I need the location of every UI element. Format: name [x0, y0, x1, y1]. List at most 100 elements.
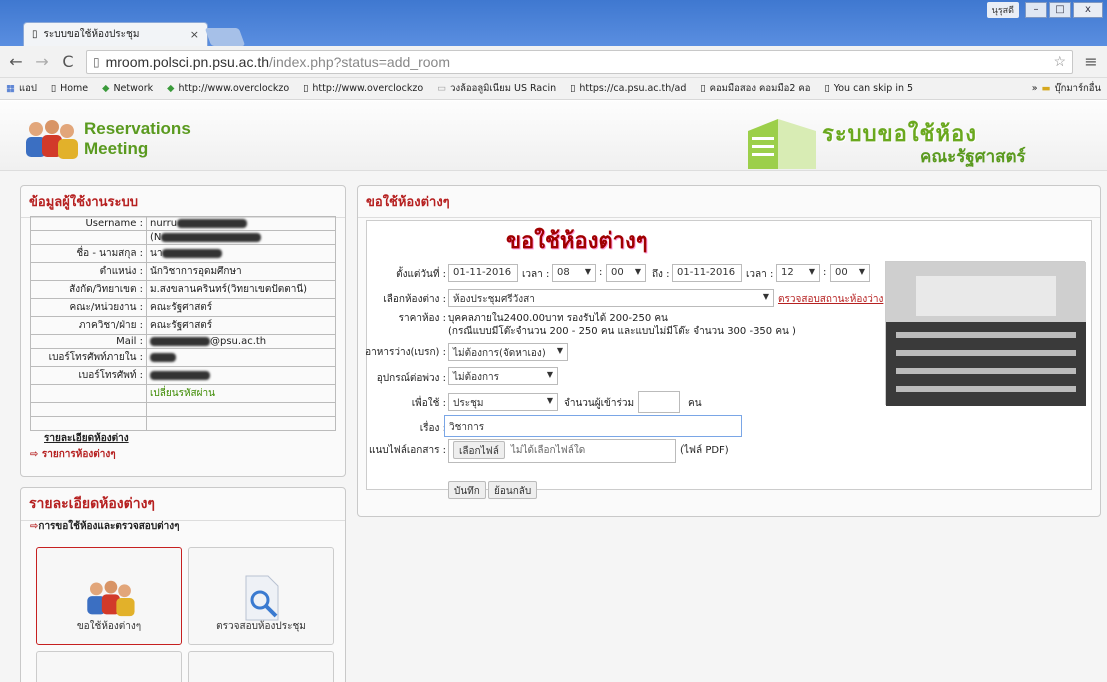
food-label: อาหารว่าง(เบรก) :	[365, 347, 446, 358]
from-hour-select[interactable]: 08 ▼	[552, 264, 596, 282]
time-label: เวลา :	[522, 269, 550, 280]
back-button[interactable]: ย้อนกลับ	[488, 481, 538, 499]
from-minute-select[interactable]: 00 ▼	[606, 264, 646, 282]
page-icon: ▯	[32, 29, 38, 40]
document-search-icon	[245, 575, 279, 621]
bookmarks-bar: ▦ แอป ▯ Home ◆ Network ◆ http://www.overcloc…	[0, 78, 1107, 100]
room-list-link[interactable]: ⇨ รายการห้องต่างๆ	[30, 447, 116, 462]
logo-line1: Reservations	[84, 119, 191, 138]
browser-tab[interactable]: ▯ ระบบขอใช้ห้องประชุม ×	[23, 22, 208, 46]
change-password-link[interactable]: เปลี่ยนรหัสผ่าน	[146, 384, 336, 403]
forward-arrow-icon[interactable]: →	[34, 52, 50, 71]
from-date-label: ตั้งแต่วันที่ :	[396, 269, 446, 280]
minimize-icon[interactable]: –	[1025, 2, 1047, 18]
table-row: Username : nurru	[30, 216, 336, 231]
time-label: เวลา :	[746, 269, 774, 280]
table-row: เปลี่ยนรหัสผ่าน	[30, 384, 336, 403]
form-panel-title: ขอใช้ห้องต่างๆ	[358, 186, 1100, 218]
table-row: (N	[30, 230, 336, 245]
room-label: เลือกห้องต่าง :	[383, 294, 446, 305]
url-path: /index.php?status=add_room	[269, 53, 450, 70]
maximize-icon[interactable]: □	[1049, 2, 1071, 18]
table-row: คณะ/หน่วยงาน : คณะรัฐศาสตร์	[30, 298, 336, 317]
check-status-link[interactable]: ตรวจสอบสถานะห้องว่าง	[778, 292, 883, 307]
menu-icon[interactable]: ≡	[1083, 52, 1099, 71]
bookmark-item[interactable]: ▯ คอมมือสอง คอมมือ2 คอ	[700, 81, 810, 96]
table-row: Mail : @psu.ac.th	[30, 334, 336, 349]
check-room-label: ตรวจสอบห้องประชุม	[216, 621, 306, 632]
table-row: ภาควิชา/ฝ่าย : คณะรัฐศาสตร์	[30, 316, 336, 335]
purpose-label: เพื่อใช้ :	[411, 398, 446, 409]
bookmark-item[interactable]: ◆ Network	[102, 83, 153, 94]
attendees-input[interactable]	[638, 391, 680, 413]
bookmark-item[interactable]: ▯ Home	[51, 83, 88, 94]
page-icon: ▯	[93, 54, 100, 69]
user-info-table: Username : nurru (N ชื่อ - นามสกุล : นา ตำ…	[30, 216, 336, 431]
bookmark-item[interactable]: ◆ http://www.overclockzo	[167, 83, 289, 94]
from-date-input[interactable]: 01-11-2016	[448, 264, 518, 282]
price-label: ราคาห้อง :	[398, 313, 446, 324]
subject-input[interactable]: วิชาการ	[444, 415, 742, 437]
detail-panel-title: รายละเอียดห้องต่างๆ	[21, 488, 345, 521]
table-row: สังกัด/วิทยาเขต : ม.สงขลานครินทร์(วิทยาเข…	[30, 280, 336, 299]
no-file-text: ไม่ได้เลือกไฟล์ใด	[510, 444, 586, 456]
star-icon[interactable]: ☆	[1053, 53, 1066, 70]
new-tab-button[interactable]	[204, 28, 246, 46]
save-button[interactable]: บันทึก	[448, 481, 486, 499]
file-hint: (ไฟล์ PDF)	[680, 445, 729, 456]
bookmark-item[interactable]: ▯ https://ca.psu.ac.th/ad	[570, 83, 686, 94]
url-host: mroom.polsci.pn.psu.ac.th	[105, 53, 270, 70]
detail-item: ⇨การขอใช้ห้องและตรวจสอบต่างๆ	[30, 521, 180, 532]
request-room-label: ขอใช้ห้องต่างๆ	[76, 621, 142, 632]
bookmark-item[interactable]: ▯ You can skip in 5	[824, 83, 913, 94]
bookmark-item[interactable]: ▭ วงล้ออลูมิเนียม US Racin	[437, 81, 556, 96]
bookmark-item[interactable]: ▦ แอป	[6, 81, 37, 96]
room-select[interactable]: ห้องประชุมศรีวังสา ▼	[448, 289, 774, 307]
close-window-icon[interactable]: x	[1073, 2, 1103, 18]
room-detail-link[interactable]: รายละเอียดห้องต่าง	[44, 431, 129, 446]
table-row: เบอร์โทรศัพท์ :	[30, 366, 336, 385]
purpose-select[interactable]: ประชุม ▼	[448, 393, 558, 411]
choose-file-button[interactable]: เลือกไฟล์	[453, 441, 505, 459]
equipment-select[interactable]: ไม่ต้องการ ▼	[448, 367, 558, 385]
to-label: ถึง :	[652, 269, 670, 280]
people-icon	[87, 580, 135, 617]
attach-label: แนบไฟล์เอกสาร :	[369, 445, 446, 456]
site-header: Reservations Meeting ระบบขอใช้ห้อง คณะรัฐ…	[0, 101, 1107, 171]
tab-title: ระบบขอใช้ห้องประชุม	[43, 29, 140, 40]
table-row: ตำแหน่ง : นักวิชาการอุดมศึกษา	[30, 262, 336, 281]
reload-icon[interactable]: C	[60, 52, 76, 71]
food-select[interactable]: ไม่ต้องการ(จัดหาเอง) ▼	[448, 343, 568, 361]
profile-badge[interactable]: นุรุสดี	[986, 2, 1019, 18]
attendees-label: จำนวนผู้เข้าร่วม :	[564, 398, 641, 409]
more-button[interactable]	[36, 651, 182, 682]
user-panel-title: ข้อมูลผู้ใช้งานระบบ	[21, 186, 345, 218]
back-arrow-icon[interactable]: ←	[8, 52, 24, 71]
table-row	[30, 416, 336, 431]
more-button[interactable]	[188, 651, 334, 682]
page-content: Reservations Meeting ระบบขอใช้ห้อง คณะรัฐ…	[0, 101, 1107, 682]
to-hour-select[interactable]: 12 ▼	[776, 264, 820, 282]
system-subtitle: คณะรัฐศาสตร์	[920, 147, 1026, 167]
check-room-button[interactable]: ตรวจสอบห้องประชุม	[188, 547, 334, 645]
close-tab-icon[interactable]: ×	[190, 28, 199, 41]
to-minute-select[interactable]: 00 ▼	[830, 264, 870, 282]
equipment-label: อุปกรณ์ต่อพ่วง :	[376, 373, 446, 384]
table-row: ชื่อ - นามสกุล : นา	[30, 244, 336, 263]
people-logo-icon	[26, 120, 78, 159]
to-date-input[interactable]: 01-11-2016	[672, 264, 742, 282]
form-title: ขอใช้ห้องต่างๆ	[506, 229, 648, 254]
table-row	[30, 402, 336, 417]
request-room-button[interactable]: ขอใช้ห้องต่างๆ	[36, 547, 182, 645]
price-line2: (กรณีแบบมีโต๊ะจำนวน 200 - 250 คน และแบบไ…	[448, 326, 796, 337]
bookmark-item[interactable]: » ▬ บุ๊กมาร์กอื่น	[1032, 81, 1101, 96]
file-input[interactable]: เลือกไฟล์ ไม่ได้เลือกไฟล์ใด	[448, 439, 676, 463]
address-bar[interactable]: ▯ mroom.polsci.pn.psu.ac.th/index.php?st…	[86, 49, 1073, 74]
arrow-icon: ⇨	[30, 449, 42, 460]
attendees-unit: คน	[688, 398, 702, 409]
table-row: เบอร์โทรศัพท์ภายใน :	[30, 348, 336, 367]
bookmark-item[interactable]: ▯ http://www.overclockzo	[303, 83, 423, 94]
subject-label: เรื่อง :	[419, 423, 446, 434]
room-photo-image	[886, 262, 1086, 406]
building-logo-icon	[748, 119, 816, 169]
